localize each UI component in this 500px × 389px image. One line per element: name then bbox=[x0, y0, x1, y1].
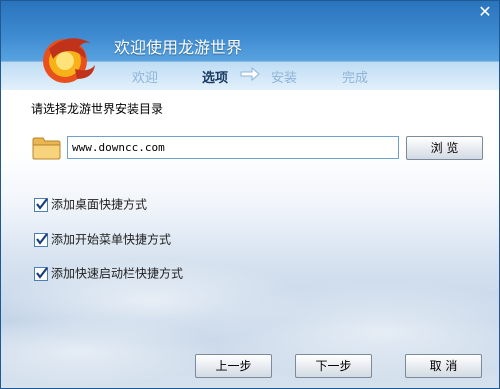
option-quicklaunch-shortcut[interactable]: 添加快速启动栏快捷方式 bbox=[34, 265, 183, 281]
checkmark-icon bbox=[36, 232, 48, 245]
cancel-button[interactable]: 取 消 bbox=[405, 354, 482, 378]
checkbox[interactable] bbox=[34, 197, 48, 212]
window-title: 欢迎使用龙游世界 bbox=[114, 38, 243, 57]
prev-button[interactable]: 上一步 bbox=[195, 354, 272, 378]
step-welcome: 欢迎 bbox=[132, 71, 159, 86]
browse-button[interactable]: 浏 览 bbox=[406, 136, 483, 160]
folder-icon bbox=[32, 137, 61, 160]
step-finish: 完成 bbox=[342, 71, 369, 86]
option-label: 添加快速启动栏快捷方式 bbox=[51, 266, 184, 281]
dragon-logo-icon bbox=[43, 38, 95, 83]
option-startmenu-shortcut[interactable]: 添加开始菜单快捷方式 bbox=[34, 231, 171, 247]
checkmark-icon bbox=[36, 266, 48, 279]
arrow-right-icon bbox=[240, 67, 260, 81]
option-label: 添加开始菜单快捷方式 bbox=[51, 232, 172, 247]
install-path-input[interactable] bbox=[67, 136, 399, 159]
checkbox[interactable] bbox=[34, 266, 48, 281]
install-dir-prompt: 请选择龙游世界安装目录 bbox=[31, 102, 164, 116]
next-button[interactable]: 下一步 bbox=[295, 354, 372, 378]
option-desktop-shortcut[interactable]: 添加桌面快捷方式 bbox=[34, 196, 147, 212]
step-install: 安装 bbox=[271, 71, 298, 86]
checkmark-icon bbox=[36, 197, 48, 210]
installer-window: 欢迎使用龙游世界 ✕ 欢迎 选项 安装 完成 请选择龙游世界安装目录 浏 览 添… bbox=[0, 0, 500, 389]
close-button[interactable]: ✕ bbox=[475, 3, 495, 21]
checkbox[interactable] bbox=[34, 232, 48, 247]
step-options: 选项 bbox=[202, 71, 229, 86]
option-label: 添加桌面快捷方式 bbox=[51, 197, 148, 212]
